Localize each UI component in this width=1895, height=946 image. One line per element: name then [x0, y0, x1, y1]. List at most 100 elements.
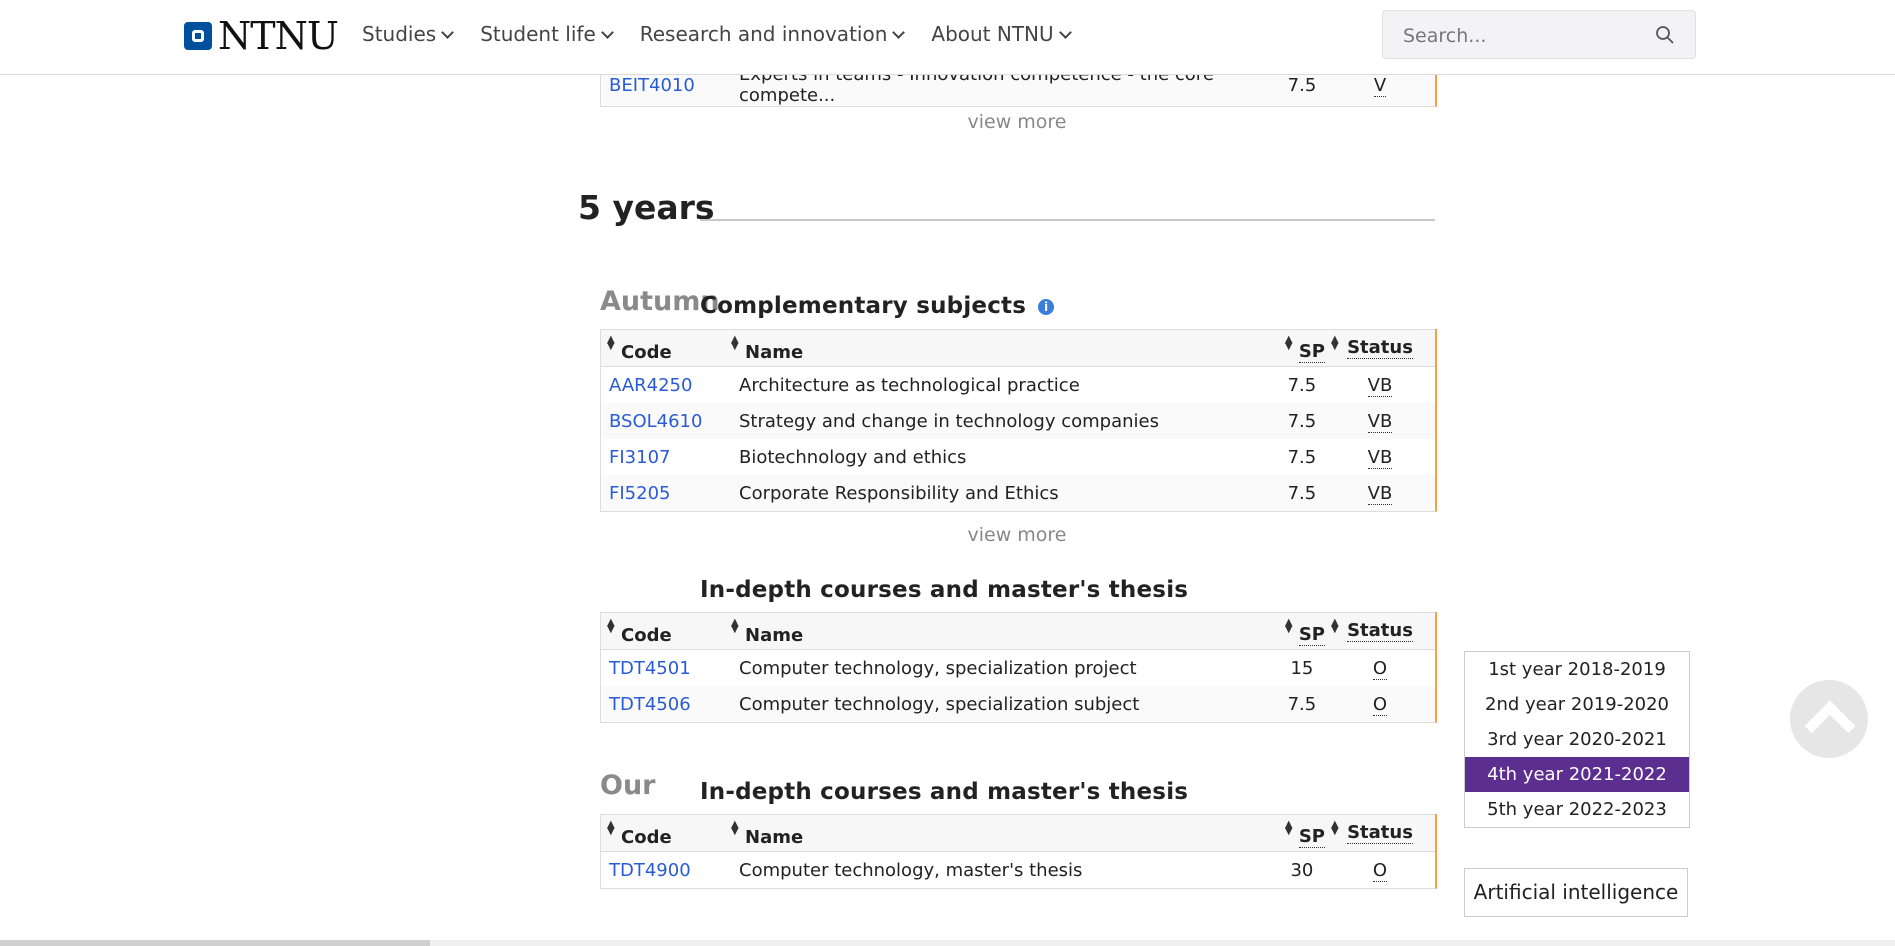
logo-text: NTNU	[218, 14, 339, 58]
column-label: Name	[745, 624, 804, 646]
sort-icon: ▲ ▼	[1331, 617, 1339, 635]
column-header-status[interactable]: ▲ ▼ Status	[1325, 612, 1435, 650]
table-header-row: ▲ ▼ Code ▲ ▼ Name ▲ ▼ SP ▲ ▼ Status	[601, 612, 1435, 650]
course-name: Strategy and change in technology compan…	[725, 403, 1279, 439]
course-status: V	[1373, 74, 1387, 97]
column-header-sp[interactable]: ▲ ▼ SP	[1278, 329, 1325, 367]
year-item-1[interactable]: 1st year 2018-2019	[1465, 652, 1689, 687]
chevron-down-icon	[892, 25, 906, 39]
main-nav: Studies Student life Research and innova…	[362, 22, 1098, 46]
course-sp: 7.5	[1287, 374, 1317, 396]
year-navigation: 1st year 2018-2019 2nd year 2019-2020 3r…	[1464, 651, 1690, 828]
course-name: Computer technology, master's thesis	[739, 859, 1083, 881]
column-header-name[interactable]: ▲ ▼ Name	[725, 814, 1279, 852]
column-header-name[interactable]: ▲ ▼ Name	[725, 329, 1279, 367]
column-header-code[interactable]: ▲ ▼ Code	[601, 814, 725, 852]
column-header-name[interactable]: ▲ ▼ Name	[725, 612, 1279, 650]
chevron-down-icon	[600, 25, 614, 39]
sort-icon: ▲ ▼	[1284, 617, 1293, 635]
complementary-table: ▲ ▼ Code ▲ ▼ Name ▲ ▼ SP ▲ ▼ Status AAR4250 Arch…	[600, 329, 1437, 512]
table-header-row: ▲ ▼ Code ▲ ▼ Name ▲ ▼ SP ▲ ▼ Status	[601, 329, 1435, 367]
section-divider	[700, 219, 1435, 221]
course-sp: 7.5	[1278, 403, 1325, 439]
table-row: FI3107 Biotechnology and ethics 7.5 VB	[601, 439, 1435, 475]
site-header: NTNU Studies Student life Research and i…	[0, 0, 1895, 75]
column-label: Status	[1347, 337, 1413, 359]
nav-studies[interactable]: Studies	[362, 22, 455, 46]
course-sp: 30	[1290, 859, 1314, 881]
chevron-down-icon	[441, 25, 455, 39]
course-code-link[interactable]: TDT4900	[609, 860, 691, 881]
ntnu-logo[interactable]: NTNU	[184, 14, 339, 58]
column-label: Code	[621, 826, 672, 848]
nav-label: Student life	[480, 22, 596, 46]
term-label-spring: Our	[600, 770, 656, 801]
sort-icon: ▲ ▼	[607, 334, 615, 352]
course-status: O	[1372, 859, 1388, 882]
horizontal-scrollbar-thumb[interactable]	[0, 940, 430, 946]
sort-icon: ▲ ▼	[731, 617, 739, 635]
column-header-sp[interactable]: ▲ ▼ SP	[1278, 814, 1325, 852]
course-code-link[interactable]: AAR4250	[609, 375, 692, 396]
table-row: FI5205 Corporate Responsibility and Ethi…	[601, 475, 1435, 511]
course-status: VB	[1367, 410, 1393, 433]
nav-about[interactable]: About NTNU	[931, 22, 1072, 46]
course-name: Biotechnology and ethics	[739, 446, 967, 468]
column-label: Status	[1347, 822, 1413, 844]
course-status: O	[1372, 657, 1388, 680]
table-row: TDT4900 Computer technology, master's th…	[601, 852, 1435, 889]
search-icon[interactable]	[1655, 25, 1675, 45]
column-label: SP	[1298, 616, 1325, 646]
view-more-link[interactable]: view more	[600, 524, 1434, 546]
course-name: Computer technology, specialization subj…	[725, 686, 1279, 722]
sort-icon: ▲ ▼	[607, 617, 615, 635]
column-header-code[interactable]: ▲ ▼ Code	[601, 612, 725, 650]
group-title-indepth-spring: In-depth courses and master's thesis	[700, 779, 1189, 805]
course-code-link[interactable]: FI5205	[609, 483, 670, 504]
view-more-link[interactable]: view more	[600, 111, 1434, 133]
column-header-sp[interactable]: ▲ ▼ SP	[1278, 612, 1325, 650]
course-code-link[interactable]: BSOL4610	[609, 411, 702, 432]
sort-icon: ▲ ▼	[1284, 334, 1293, 352]
table-row: AAR4250 Architecture as technological pr…	[601, 367, 1435, 404]
year-item-2[interactable]: 2nd year 2019-2020	[1465, 687, 1689, 722]
scroll-to-top-icon[interactable]	[1790, 680, 1868, 758]
sort-icon: ▲ ▼	[1331, 334, 1339, 352]
year-item-3[interactable]: 3rd year 2020-2021	[1465, 722, 1689, 757]
group-title-complementary: Complementary subjects i	[700, 293, 1055, 319]
course-name: Architecture as technological practice	[739, 374, 1080, 396]
nav-research[interactable]: Research and innovation	[639, 22, 906, 46]
course-code-link[interactable]: TDT4501	[609, 658, 691, 679]
ntnu-logo-icon	[184, 22, 212, 50]
table-row: TDT4506 Computer technology, specializat…	[601, 686, 1435, 722]
section-heading: 5 years	[578, 188, 715, 227]
sort-icon: ▲ ▼	[731, 819, 739, 837]
column-label: Name	[745, 826, 804, 848]
column-header-status[interactable]: ▲ ▼ Status	[1325, 814, 1435, 852]
table-row: BSOL4610 Strategy and change in technolo…	[601, 403, 1435, 439]
sort-icon: ▲ ▼	[731, 334, 739, 352]
nav-label: About NTNU	[931, 22, 1054, 46]
course-code-link[interactable]: BEIT4010	[609, 75, 695, 96]
column-label: Status	[1347, 620, 1413, 642]
column-label: Name	[745, 341, 804, 363]
search-input[interactable]	[1383, 11, 1655, 60]
nav-student-life[interactable]: Student life	[480, 22, 614, 46]
course-name: Corporate Responsibility and Ethics	[725, 475, 1279, 511]
sort-icon: ▲ ▼	[1331, 819, 1339, 837]
course-code-link[interactable]: FI3107	[609, 447, 670, 468]
course-sp: 7.5	[1287, 446, 1317, 468]
year-item-5[interactable]: 5th year 2022-2023	[1465, 792, 1689, 827]
column-header-status[interactable]: ▲ ▼ Status	[1325, 329, 1435, 367]
nav-label: Research and innovation	[639, 22, 888, 46]
indepth-table-autumn: ▲ ▼ Code ▲ ▼ Name ▲ ▼ SP ▲ ▼ Status TDT4501 Comp…	[600, 612, 1437, 723]
indepth-table-spring: ▲ ▼ Code ▲ ▼ Name ▲ ▼ SP ▲ ▼ Status TDT4900 Comp…	[600, 814, 1437, 889]
group-title-text: Complementary subjects	[700, 293, 1027, 319]
specialization-button[interactable]: Artificial intelligence	[1464, 868, 1688, 917]
column-header-code[interactable]: ▲ ▼ Code	[601, 329, 725, 367]
info-icon[interactable]: i	[1038, 298, 1055, 315]
column-label: Code	[621, 624, 672, 646]
course-status: VB	[1367, 446, 1393, 469]
year-item-4-active[interactable]: 4th year 2021-2022	[1465, 757, 1689, 792]
course-code-link[interactable]: TDT4506	[609, 694, 691, 715]
